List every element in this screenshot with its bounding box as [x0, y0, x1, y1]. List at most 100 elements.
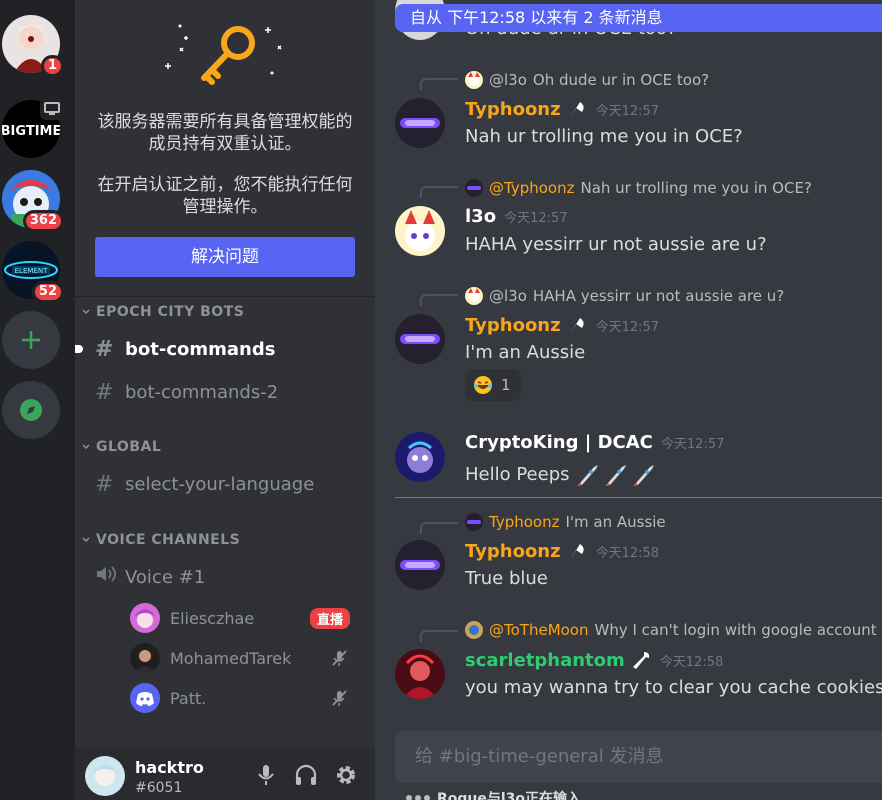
live-badge: 直播 — [309, 607, 350, 629]
message-text: Hello Peeps — [465, 463, 570, 485]
typing-indicator: Rogue与l3o正在输入... — [405, 788, 597, 800]
chat-area: 自从 下午12:58 以来有 2 条新消息 Oh dude ur in OCE … — [375, 0, 882, 800]
avatar[interactable] — [395, 540, 445, 590]
reply-text: Why I can't login with google account i — [594, 621, 882, 639]
unread-badge: 52 — [31, 281, 64, 303]
message-input[interactable]: 给 #big-time-general 发消息 — [395, 731, 882, 783]
chevron-down-icon — [82, 444, 90, 450]
reaction-laughing[interactable]: 1 — [465, 369, 521, 401]
voice-user-name: MohamedTarek — [170, 648, 292, 668]
reply-preview[interactable]: @ToTheMoon Why I can't login with google… — [465, 620, 882, 640]
avatar[interactable] — [395, 98, 445, 148]
reply-text: HAHA yessirr ur not aussie are u? — [532, 287, 785, 305]
reply-author: @Typhoonz — [489, 179, 575, 197]
voice-user-name: Patt. — [170, 688, 207, 708]
screen-share-icon — [40, 98, 64, 120]
microphone-icon[interactable] — [253, 762, 279, 788]
avatar[interactable] — [395, 432, 445, 482]
message-text: True blue — [465, 568, 548, 589]
avatar — [465, 179, 483, 197]
server-rail: 1 BIGTIME 362 ELEMENT 52 — [0, 0, 75, 800]
reply-author: Typhoonz — [489, 513, 560, 531]
message-author[interactable]: l3o 今天12:57 — [465, 206, 568, 227]
key-icon — [165, 24, 282, 85]
add-server-button[interactable] — [2, 311, 60, 369]
unread-badge: 362 — [22, 210, 64, 232]
avatar — [465, 513, 483, 531]
avatar — [130, 683, 160, 713]
plus-icon — [22, 331, 40, 349]
avatar — [130, 643, 160, 673]
chevron-down-icon — [82, 309, 90, 315]
reply-spine — [420, 630, 458, 642]
author-name: scarletphantom — [465, 649, 625, 671]
channel-label: bot-commands-2 — [125, 381, 279, 403]
explore-servers-button[interactable] — [2, 381, 60, 439]
server-icon-bigtime[interactable]: BIGTIME — [2, 98, 64, 158]
headphones-icon[interactable] — [293, 762, 319, 788]
category-global[interactable]: GLOBAL — [81, 439, 161, 455]
avatar — [465, 287, 483, 305]
reply-spine — [420, 294, 458, 306]
message-author[interactable]: scarletphantom 今天12:58 — [465, 649, 723, 671]
hash-icon: # — [95, 336, 114, 362]
channel-bot-commands[interactable]: # bot-commands — [75, 331, 367, 367]
avatar[interactable] — [395, 649, 445, 699]
svg-text:ELEMENT: ELEMENT — [15, 267, 48, 275]
avatar — [465, 71, 483, 89]
reply-preview[interactable]: Typhoonz I'm an Aussie — [465, 512, 666, 532]
channel-bot-commands-2[interactable]: # bot-commands-2 — [83, 374, 367, 410]
voice-user-patt[interactable]: Patt. — [130, 681, 360, 715]
role-icon — [632, 652, 649, 669]
channel-label: bot-commands — [125, 338, 276, 360]
voice-user-mohamedtarek[interactable]: MohamedTarek — [130, 641, 360, 675]
avatar[interactable] — [395, 206, 445, 256]
category-voice-channels[interactable]: VOICE CHANNELS — [81, 532, 240, 548]
channel-label: Voice #1 — [125, 566, 206, 588]
resolve-button[interactable]: 解决问题 — [95, 237, 355, 277]
message-author[interactable]: Typhoonz 今天12:57 — [465, 314, 659, 336]
reply-text: I'm an Aussie — [565, 513, 666, 531]
timestamp: 今天12:57 — [660, 437, 725, 452]
mic-muted-icon — [332, 690, 347, 706]
reply-preview[interactable]: @l3o HAHA yessirr ur not aussie are u? — [465, 286, 784, 306]
message-text: you may wanna try to clear you cache coo… — [465, 677, 882, 698]
voice-user-eliesczhae[interactable]: Eliesczhae 直播 — [130, 601, 360, 635]
mic-muted-icon — [332, 650, 347, 666]
server-icon-3[interactable]: 362 — [2, 170, 64, 232]
reply-preview[interactable]: @l3o Oh dude ur in OCE too? — [465, 70, 709, 90]
message-content: Hello Peeps — [465, 461, 660, 487]
two-factor-notice: 该服务器需要所有具备管理权能的成员持有双重认证。 在开启认证之前，您不能执行任何… — [75, 0, 375, 297]
new-messages-divider — [395, 497, 882, 498]
typing-dots-icon — [406, 795, 430, 800]
author-name: Typhoonz — [465, 314, 561, 336]
unread-indicator — [75, 345, 83, 353]
message-author[interactable]: CryptoKing | DCAC 今天12:57 — [465, 432, 724, 453]
timestamp: 今天12:57 — [595, 319, 660, 335]
typing-text: Rogue与l3o正在输入... — [437, 791, 597, 800]
category-epoch-city-bots[interactable]: EPOCH CITY BOTS — [81, 304, 244, 320]
gear-icon[interactable] — [333, 762, 359, 788]
reply-spine — [420, 522, 458, 534]
avatar[interactable] — [395, 314, 445, 364]
reply-preview[interactable]: @Typhoonz Nah ur trolling me you in OCE? — [465, 178, 812, 198]
notice-text-2: 在开启认证之前，您不能执行任何管理操作。 — [97, 175, 353, 217]
voice-channel-1[interactable]: Voice #1 — [83, 559, 367, 595]
reply-spine — [420, 78, 458, 90]
channel-sidebar: 该服务器需要所有具备管理权能的成员持有双重认证。 在开启认证之前，您不能执行任何… — [75, 0, 375, 800]
message-author[interactable]: Typhoonz 今天12:57 — [465, 98, 659, 120]
hash-icon: # — [95, 379, 114, 405]
new-messages-bar[interactable]: 自从 下午12:58 以来有 2 条新消息 — [395, 4, 882, 32]
timestamp: 今天12:57 — [504, 211, 568, 226]
server-icon-1[interactable]: 1 — [2, 15, 64, 77]
laughing-emoji-icon — [474, 376, 492, 394]
channel-select-your-language[interactable]: # select-your-language — [83, 466, 367, 502]
message-text: I'm an Aussie — [465, 342, 586, 363]
voice-user-name: Eliesczhae — [170, 608, 255, 628]
message-author[interactable]: Typhoonz 今天12:58 — [465, 540, 659, 562]
svg-text:BIGTIME: BIGTIME — [2, 124, 60, 139]
server-icon-4[interactable]: ELEMENT 52 — [2, 241, 64, 303]
user-avatar[interactable] — [85, 756, 125, 796]
category-label: VOICE CHANNELS — [96, 532, 241, 548]
role-icon — [569, 102, 584, 118]
